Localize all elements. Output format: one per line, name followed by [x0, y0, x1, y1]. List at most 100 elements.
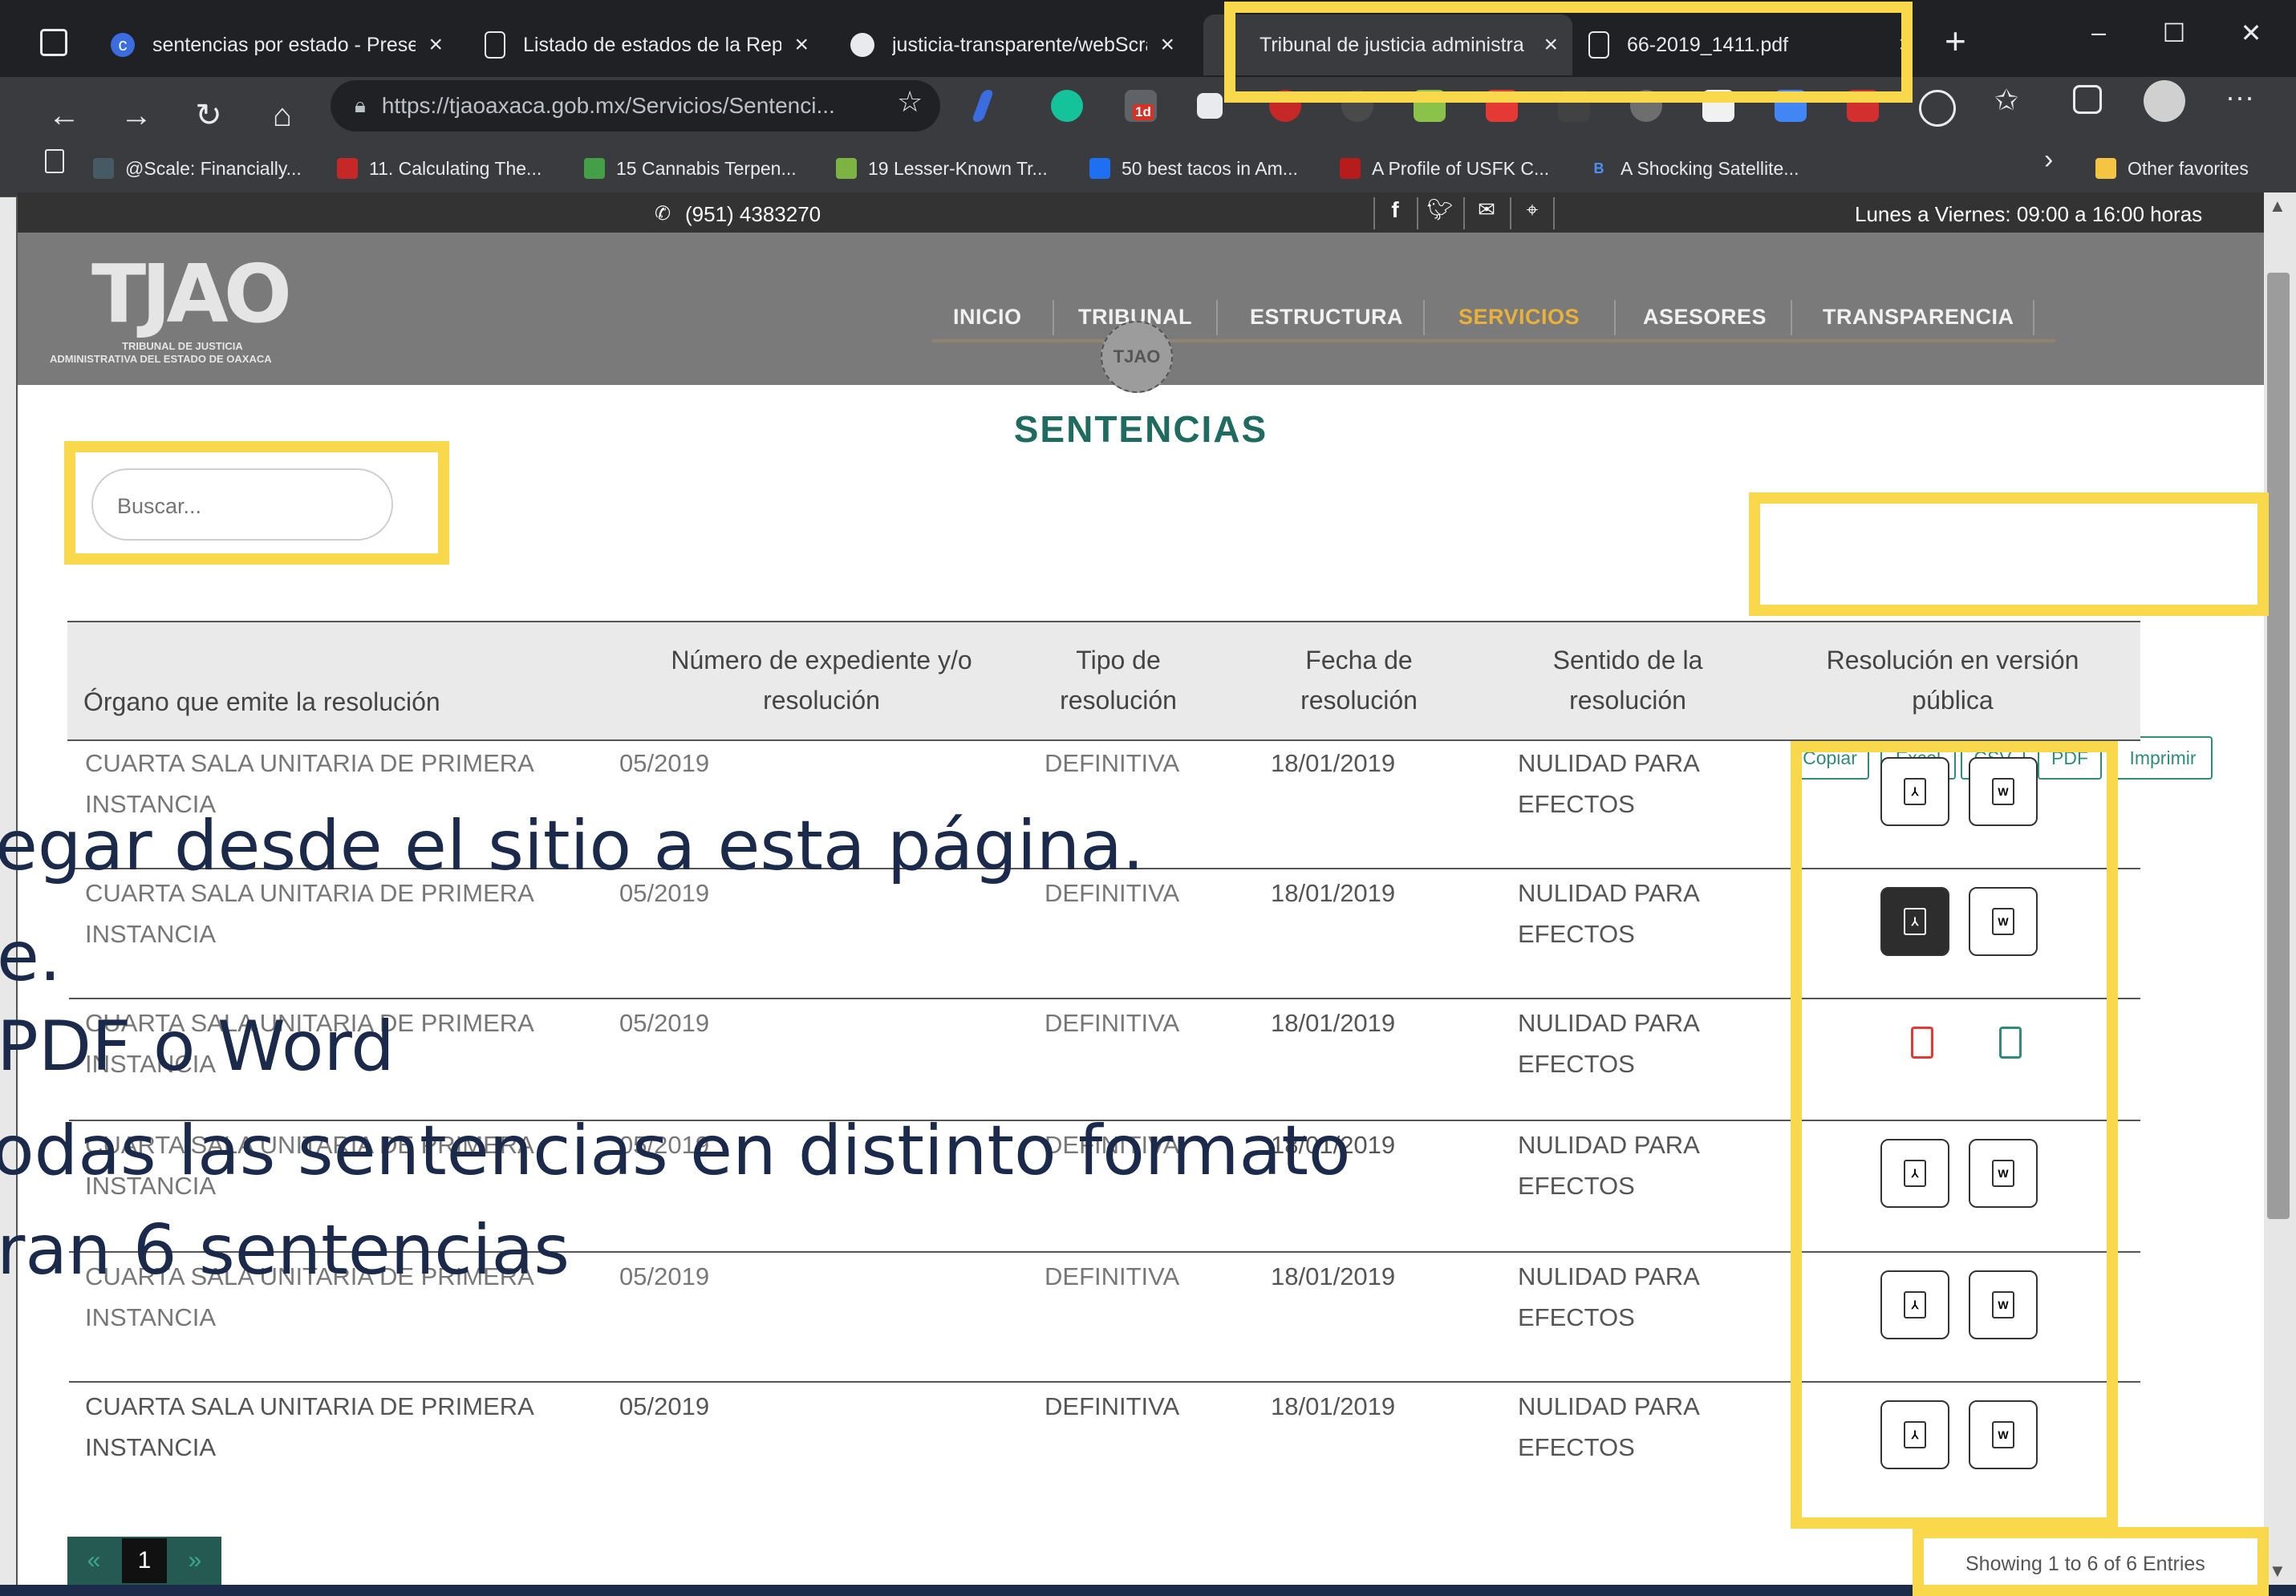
bookmark-label: A Profile of USFK C... [1372, 157, 1550, 179]
menu-servicios[interactable]: SERVICIOS [1458, 305, 1580, 330]
page-1-button[interactable]: 1 [120, 1537, 168, 1585]
logo-caption-1: TRIBUNAL DE JUSTICIA [122, 340, 243, 352]
close-window-button[interactable]: ✕ [2227, 18, 2275, 48]
col-header-resolucion[interactable]: Resolución en versión pública [1816, 640, 2089, 720]
forward-button[interactable]: → [112, 91, 160, 140]
twitter-icon[interactable]: 🐦︎ [1417, 197, 1462, 229]
tjao-logo[interactable]: TJAO TRIBUNAL DE JUSTICIA ADMINISTRATIVA… [50, 247, 322, 367]
cell-sentido: NULIDAD PARA EFECTOS [1518, 1009, 1699, 1078]
menu-inicio[interactable]: INICIO [953, 305, 1022, 330]
tab-label: Listado de estados de la Repú [523, 33, 782, 56]
scroll-up-arrow-icon[interactable]: ▲ [2269, 196, 2286, 217]
col-header-fecha[interactable]: Fecha de resolución [1287, 640, 1431, 720]
bookmark-4[interactable]: 19 Lesser-Known Tr... [836, 144, 1048, 192]
calendar-extension-icon[interactable]: 1d [1125, 90, 1157, 122]
menu-transparencia[interactable]: TRANSPARENCIA [1823, 305, 2014, 330]
highlight-export [1749, 492, 2269, 616]
bookmark-7[interactable]: B A Shocking Satellite... [1588, 144, 1799, 192]
page-icon[interactable] [45, 149, 64, 173]
header-underline [932, 339, 2055, 342]
other-favorites[interactable]: Other favorites [2095, 144, 2249, 192]
back-button[interactable]: ← [40, 91, 88, 140]
cell-tipo: DEFINITIVA [1045, 749, 1180, 777]
seal-text: TJAO [1113, 346, 1161, 367]
home-button[interactable]: ⌂ [258, 91, 306, 140]
tab-label: justicia-transparente/webScra [892, 33, 1148, 56]
bookmark-label: 50 best tacos in Am... [1122, 157, 1298, 179]
extensions-puzzle-icon[interactable] [1919, 90, 1956, 127]
bookmark-favicon [93, 158, 114, 179]
overlay-line-5: ran 6 sentencias [0, 1210, 570, 1290]
extension-badge: 1d [1133, 104, 1154, 120]
left-desktop-strip [0, 197, 18, 1585]
bookmark-3[interactable]: 15 Cannabis Terpen... [584, 144, 797, 192]
tab-1[interactable]: c sentencias por estado - Prese × [96, 14, 457, 75]
bookmark-favicon [584, 158, 605, 179]
menu-asesores[interactable]: ASESORES [1643, 305, 1767, 330]
close-icon[interactable]: × [1160, 31, 1174, 59]
lock-icon: 🔒︎ [355, 93, 366, 117]
bookmark-5[interactable]: 50 best tacos in Am... [1089, 144, 1298, 192]
favorites-icon[interactable]: ✩ [1994, 83, 2018, 117]
col-header-numero[interactable]: Número de expediente y/o resolución [629, 640, 1014, 720]
bookmark-favicon: B [1593, 160, 1604, 176]
mail-icon[interactable]: ✉ [1463, 197, 1508, 229]
prev-page-button[interactable]: « [67, 1537, 120, 1585]
overlay-line-4: odas las sentencias en distinto formato [0, 1111, 1351, 1191]
col-header-tipo[interactable]: Tipo de resolución [1054, 640, 1182, 720]
new-tab-button[interactable]: + [1945, 19, 1966, 63]
grammarly-icon[interactable] [1051, 90, 1083, 122]
reload-button[interactable]: ↻ [185, 91, 233, 140]
bookmark-6[interactable]: A Profile of USFK C... [1340, 144, 1549, 192]
tab-actions-icon[interactable] [40, 29, 67, 56]
cell-sentido: NULIDAD PARA EFECTOS [1518, 879, 1699, 948]
more-menu-icon[interactable]: ··· [2225, 80, 2254, 114]
cell-sentido: NULIDAD PARA EFECTOS [1518, 1392, 1699, 1461]
menu-divider [1614, 300, 1616, 335]
bookmark-1[interactable]: @Scale: Financially... [93, 144, 302, 192]
bookmark-favicon [836, 158, 857, 179]
favorite-star-icon[interactable]: ☆ [897, 85, 923, 119]
bookmark-2[interactable]: 11. Calculating The... [337, 144, 542, 192]
print-button[interactable]: Imprimir [2113, 736, 2213, 780]
menu-estructura[interactable]: ESTRUCTURA [1250, 305, 1403, 330]
address-text: https://tjaoaxaca.gob.mx/Servicios/Sente… [381, 93, 835, 118]
col-header-organo[interactable]: Órgano que emite la resolución [83, 682, 629, 722]
menu-divider [1791, 300, 1792, 335]
bookmark-favicon [1089, 158, 1110, 179]
facebook-icon[interactable]: f [1373, 197, 1415, 229]
maximize-button[interactable]: ☐ [2150, 18, 2198, 48]
cell-tipo: DEFINITIVA [1045, 1009, 1180, 1037]
tab-extension-icon[interactable] [1197, 93, 1223, 119]
close-icon[interactable]: × [794, 31, 809, 59]
next-page-button[interactable]: » [168, 1537, 221, 1585]
c-icon: c [111, 33, 135, 57]
cell-sentido: NULIDAD PARA EFECTOS [1518, 1131, 1699, 1200]
profile-avatar[interactable] [2144, 80, 2185, 122]
cell-fecha: 18/01/2019 [1271, 1392, 1396, 1420]
tab-2[interactable]: Listado de estados de la Repú × [470, 14, 823, 75]
menu-divider [1216, 300, 1218, 335]
site-top-bar: ✆ (951) 4383270 f 🐦︎ ✉ ⌖ Lunes a Viernes… [18, 192, 2264, 233]
logo-caption-2: ADMINISTRATIVA DEL ESTADO DE OAXACA [50, 353, 272, 365]
tab-3[interactable]: justicia-transparente/webScra × [836, 14, 1189, 75]
chevron-right-icon[interactable]: › [2044, 144, 2053, 176]
cell-sentido: NULIDAD PARA EFECTOS [1518, 1262, 1699, 1331]
cell-organo: CUARTA SALA UNITARIA DE PRIMERA INSTANCI… [85, 1392, 533, 1461]
highlight-search [64, 441, 449, 565]
scroll-down-arrow-icon[interactable]: ▼ [2269, 1561, 2286, 1582]
col-header-sentido[interactable]: Sentido de la resolución [1535, 640, 1720, 720]
highlight-download-column [1791, 741, 2118, 1529]
logo-letters: TJAO [91, 247, 292, 341]
address-bar[interactable]: 🔒︎ https://tjaoaxaca.gob.mx/Servicios/Se… [331, 80, 940, 132]
bookmark-label: @Scale: Financially... [125, 157, 302, 179]
close-icon[interactable]: × [428, 31, 443, 59]
page-icon [485, 31, 505, 59]
tab-label: sentencias por estado - Prese [152, 33, 416, 56]
collections-icon[interactable] [2073, 85, 2102, 114]
overlay-line-1: egar desde el sitio a esta página. [0, 806, 1145, 886]
map-icon[interactable]: ⌖ [1510, 197, 1555, 229]
scrollbar-thumb[interactable] [2267, 273, 2290, 1219]
cell-fecha: 18/01/2019 [1271, 1009, 1396, 1037]
minimize-button[interactable]: – [2075, 18, 2123, 47]
